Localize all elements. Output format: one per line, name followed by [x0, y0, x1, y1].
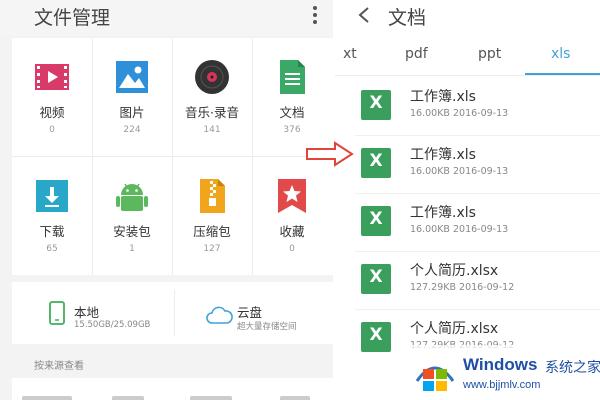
watermark-brand: Windows — [463, 355, 538, 374]
back-arrow-icon[interactable] — [357, 6, 371, 24]
file-size: 127.29KB — [410, 282, 456, 293]
category-count: 1 — [129, 244, 135, 254]
page-title: 文件管理 — [34, 7, 111, 29]
image-icon — [116, 61, 148, 93]
category-count: 127 — [203, 244, 221, 254]
phone-icon — [49, 301, 65, 325]
category-download[interactable]: 下载 65 — [12, 157, 92, 275]
cloud-storage-subtitle: 超大量存储空间 — [237, 322, 297, 332]
file-date: 2016-09-13 — [452, 224, 509, 235]
file-list-item[interactable]: X 工作簿.xls 16.00KB 2016-09-13 — [335, 136, 600, 194]
file-date: 2016-09-13 — [452, 108, 509, 119]
documents-panel: 文档 xt pdf ppt xls X 工作簿.xls 16.00KB 2016… — [335, 0, 600, 400]
windows-logo-icon — [415, 366, 455, 391]
category-label: 收藏 — [279, 224, 305, 239]
cloud-storage-button[interactable]: 云盘 超大量存储空间 — [175, 282, 333, 344]
category-label: 音乐·录音 — [185, 105, 239, 120]
file-date: 2016-09-13 — [452, 166, 509, 177]
file-list-item[interactable]: X 个人简历.xlsx 127.29KB 2016-09-12 — [335, 252, 600, 310]
more-options-icon[interactable] — [308, 4, 322, 26]
category-label: 下载 — [39, 224, 65, 239]
file-name: 工作簿.xls — [410, 89, 476, 105]
category-label: 压缩包 — [193, 224, 231, 239]
file-meta: 16.00KB 2016-09-13 — [410, 166, 508, 177]
excel-file-icon: X — [361, 264, 391, 294]
excel-file-icon: X — [361, 90, 391, 120]
app-header: 文件管理 — [0, 0, 333, 36]
music-icon — [195, 60, 229, 94]
documents-header: 文档 — [335, 0, 600, 36]
category-count: 141 — [203, 125, 221, 135]
file-name: 工作簿.xls — [410, 205, 476, 221]
file-name: 个人简历.xlsx — [410, 321, 499, 337]
file-size: 16.00KB — [410, 224, 450, 235]
excel-file-icon: X — [361, 206, 391, 236]
local-storage-title: 本地 — [74, 305, 100, 320]
category-favorites[interactable]: 收藏 0 — [252, 157, 332, 275]
grid-divider — [12, 156, 333, 157]
watermark-url: www.bjjmlv.com — [463, 379, 541, 391]
category-count: 376 — [283, 125, 301, 135]
active-tab-indicator — [525, 73, 600, 75]
tab-txt[interactable]: xt — [343, 46, 357, 62]
category-apk[interactable]: 安装包 1 — [92, 157, 172, 275]
page-title: 文档 — [388, 7, 427, 29]
file-meta: 16.00KB 2016-09-13 — [410, 108, 508, 119]
file-manager-panel: 文件管理 视频 0 图片 224 音乐·录音 141 文档 376 下载 65 … — [0, 0, 333, 400]
local-storage-button[interactable]: 本地 15.50GB/25.09GB — [12, 282, 174, 344]
red-arrow-icon — [306, 141, 354, 167]
file-list-item[interactable]: X 工作簿.xls 16.00KB 2016-09-13 — [335, 78, 600, 136]
category-grid: 视频 0 图片 224 音乐·录音 141 文档 376 下载 65 安装包 1… — [12, 38, 333, 275]
file-meta: 127.29KB 2016-09-12 — [410, 282, 514, 293]
category-archive[interactable]: 压缩包 127 — [172, 157, 252, 275]
category-label: 视频 — [39, 105, 65, 120]
android-icon — [116, 183, 148, 211]
storage-section: 本地 15.50GB/25.09GB 云盘 超大量存储空间 — [12, 282, 333, 344]
cloud-icon — [206, 306, 233, 324]
category-label: 图片 — [119, 105, 145, 120]
excel-file-icon: X — [361, 148, 391, 178]
category-image[interactable]: 图片 224 — [92, 38, 172, 156]
file-name: 个人简历.xlsx — [410, 263, 499, 279]
watermark: Windows 系统之家 www.bjjmlv.com — [403, 345, 600, 400]
download-icon — [36, 180, 68, 212]
file-size: 16.00KB — [410, 108, 450, 119]
section-header: 按来源查看 — [34, 361, 84, 372]
zip-icon — [200, 179, 225, 213]
category-count: 0 — [49, 125, 55, 135]
tab-pdf[interactable]: pdf — [405, 46, 428, 62]
star-icon — [278, 179, 306, 213]
category-count: 0 — [289, 244, 295, 254]
source-list-cropped — [12, 378, 333, 400]
file-list-item[interactable]: X 工作簿.xls 16.00KB 2016-09-13 — [335, 194, 600, 252]
video-icon — [35, 64, 69, 90]
file-size: 16.00KB — [410, 166, 450, 177]
file-type-tabs: xt pdf ppt xls — [335, 38, 600, 76]
file-date: 2016-09-12 — [459, 282, 515, 293]
category-label: 文档 — [279, 105, 305, 120]
tab-ppt[interactable]: ppt — [478, 46, 501, 62]
category-label: 安装包 — [113, 224, 151, 239]
category-count: 65 — [46, 244, 58, 254]
category-music[interactable]: 音乐·录音 141 — [172, 38, 252, 156]
file-name: 工作簿.xls — [410, 147, 476, 163]
category-video[interactable]: 视频 0 — [12, 38, 92, 156]
document-icon — [280, 60, 305, 94]
tab-xls[interactable]: xls — [551, 46, 570, 62]
local-storage-usage: 15.50GB/25.09GB — [74, 320, 151, 330]
category-count: 224 — [123, 125, 141, 135]
excel-file-icon: X — [361, 322, 391, 352]
cloud-storage-title: 云盘 — [237, 305, 263, 320]
watermark-brand-cn: 系统之家 — [545, 360, 600, 376]
category-document[interactable]: 文档 376 — [252, 38, 332, 156]
file-meta: 16.00KB 2016-09-13 — [410, 224, 508, 235]
